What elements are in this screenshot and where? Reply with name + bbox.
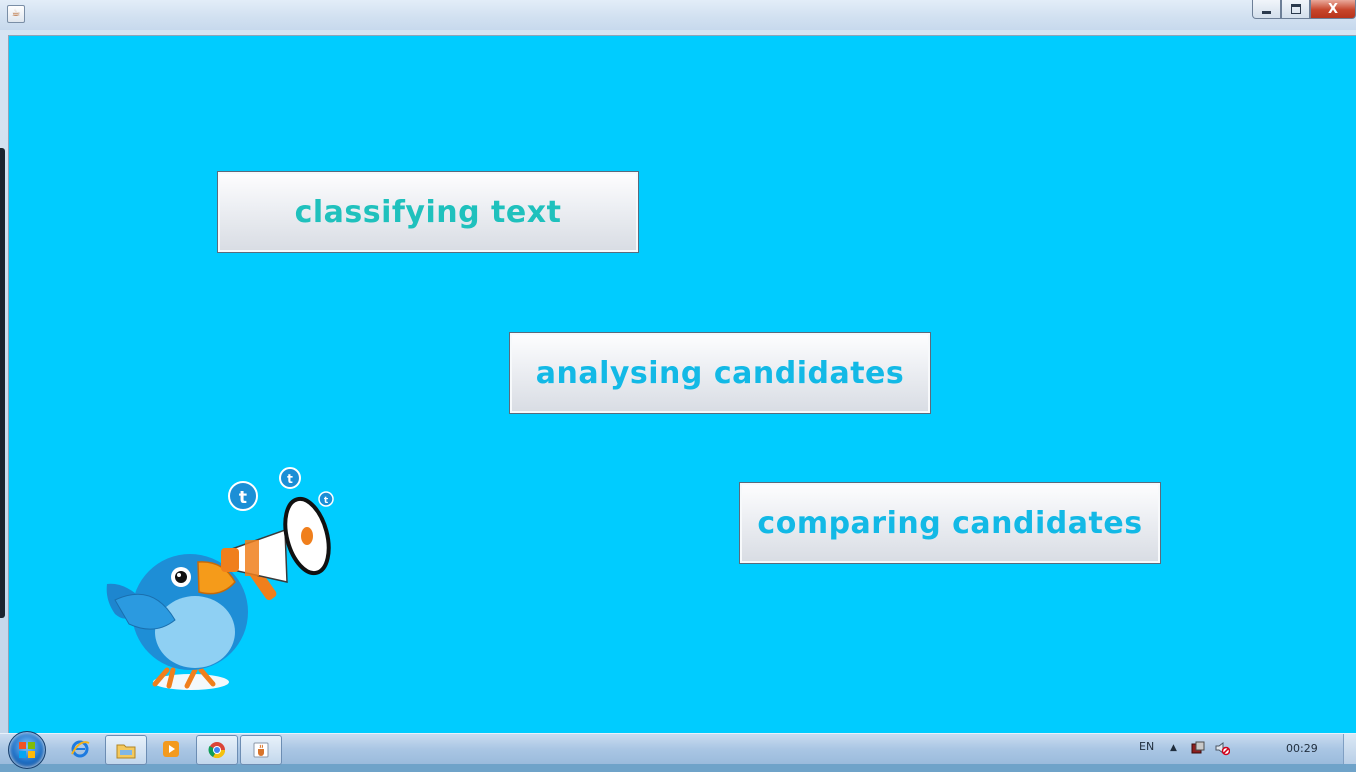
- language-indicator[interactable]: EN: [1139, 740, 1154, 753]
- close-icon: X: [1327, 1, 1339, 17]
- show-desktop-button[interactable]: [1343, 734, 1356, 764]
- java-cup-icon[interactable]: [240, 735, 282, 765]
- media-player-icon[interactable]: [151, 735, 191, 763]
- network-icon[interactable]: [1190, 740, 1206, 756]
- button-label: classifying text: [294, 194, 562, 230]
- analysing-candidates-button[interactable]: analysing candidates: [509, 332, 931, 414]
- windows-taskbar: EN ▲ 00:29: [0, 731, 1356, 769]
- minimize-button[interactable]: [1252, 0, 1281, 19]
- minimize-icon: [1262, 10, 1271, 14]
- maximize-icon: [1290, 4, 1301, 14]
- twitter-bubble-icon: t: [318, 491, 334, 507]
- svg-text:t: t: [239, 488, 247, 508]
- svg-text:t: t: [287, 472, 293, 486]
- folder-icon[interactable]: [105, 735, 147, 765]
- clock[interactable]: 00:29: [1286, 742, 1318, 755]
- show-hidden-icons-arrow[interactable]: ▲: [1170, 743, 1177, 753]
- volume-muted-icon[interactable]: [1214, 740, 1230, 756]
- windows-start-icon[interactable]: [8, 731, 46, 769]
- button-label: analysing candidates: [535, 355, 905, 391]
- internet-explorer-icon[interactable]: [60, 735, 100, 763]
- folder-glyph-icon: [116, 744, 136, 759]
- comparing-candidates-button[interactable]: comparing candidates: [739, 482, 1161, 564]
- chrome-icon[interactable]: [196, 735, 238, 765]
- title-bar[interactable]: ☕ X: [0, 0, 1356, 30]
- svg-text:t: t: [324, 496, 329, 506]
- close-button[interactable]: X: [1310, 0, 1356, 19]
- java-cup-icon[interactable]: ☕: [7, 5, 25, 23]
- maximize-button[interactable]: [1281, 0, 1310, 19]
- window-controls: X: [1252, 0, 1356, 19]
- twitter-bubble-icon: t: [228, 481, 258, 511]
- twitter-bird-megaphone-icon: t t t: [106, 467, 334, 690]
- java-glyph-icon: [253, 742, 269, 758]
- play-glyph-icon: [163, 741, 179, 757]
- ie-glyph-icon: [71, 740, 90, 758]
- chrome-glyph-icon: [208, 742, 226, 759]
- twitter-bubble-icon: t: [279, 467, 301, 489]
- button-label: comparing candidates: [757, 505, 1143, 541]
- classifying-text-button[interactable]: classifying text: [217, 171, 639, 253]
- left-window-edge: [0, 148, 5, 618]
